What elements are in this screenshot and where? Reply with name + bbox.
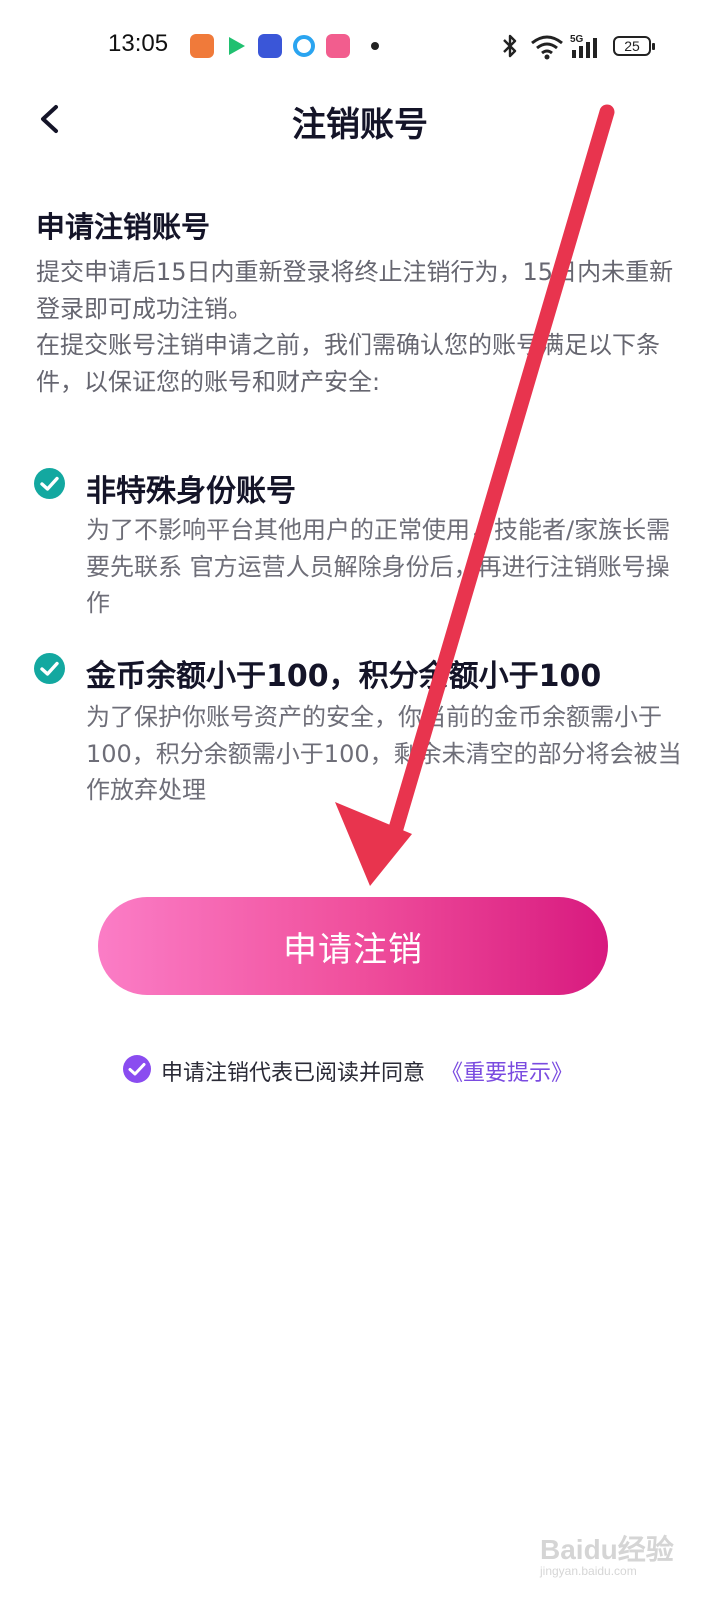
svg-text:5G: 5G xyxy=(570,34,584,45)
section-heading: 申请注销账号 xyxy=(36,210,211,244)
condition-title: 非特殊身份账号 xyxy=(86,474,296,509)
agreement-text: 申请注销代表已阅读并同意 xyxy=(161,1061,426,1086)
system-icons: 5G 25 xyxy=(500,32,670,62)
baidu-watermark: Baidu经验 jingyan.baidu.com xyxy=(540,1520,690,1580)
more-notifications-dot xyxy=(371,42,379,50)
important-notice-link[interactable]: 《重要提示》 xyxy=(441,1055,573,1087)
status-bar: 13:05 5G 25 xyxy=(0,0,720,95)
agreement-checkbox[interactable] xyxy=(123,1055,151,1083)
watermark-domain: jingyan.baidu.com xyxy=(540,1564,637,1578)
check-icon xyxy=(128,1063,146,1076)
condition-description: 为了保护你账号资产的安全，你当前的金币余额需小于100，积分余额需小于100，剩… xyxy=(86,703,682,804)
condition-description: 为了不影响平台其他用户的正常使用，技能者/家族长需要先联系 官方运营人员解除身份… xyxy=(86,516,671,617)
watermark-brand: Baidu经验 xyxy=(540,1534,674,1565)
intro-paragraph: 提交申请后15日内重新登录将终止注销行为，15日内未重新登录即可成功注销。 xyxy=(36,258,674,323)
intro-paragraph: 在提交账号注销申请之前，我们需确认您的账号满足以下条件，以保证您的账号和财产安全… xyxy=(36,331,660,396)
page-title: 注销账号 xyxy=(292,105,428,145)
bilibili-icon xyxy=(326,34,350,58)
check-circle-icon xyxy=(34,468,65,499)
cellular-signal-icon: 5G xyxy=(570,32,606,64)
battery-indicator: 25 xyxy=(613,36,655,56)
nav-bar: 注销账号 xyxy=(0,95,720,150)
wifi-icon xyxy=(530,34,564,64)
browser-app-icon xyxy=(292,34,316,58)
status-time: 13:05 xyxy=(108,30,169,57)
game-icon xyxy=(190,34,214,58)
video-play-icon xyxy=(224,34,248,58)
condition-title: 金币余额小于100，积分余额小于100 xyxy=(86,659,602,694)
bluetooth-icon xyxy=(500,32,520,64)
intro-text: 提交申请后15日内重新登录将终止注销行为，15日内未重新登录即可成功注销。 在提… xyxy=(36,254,686,400)
apply-cancel-account-button[interactable]: 申请注销 xyxy=(98,897,608,995)
check-circle-icon xyxy=(34,653,65,684)
finance-app-icon xyxy=(258,34,282,58)
